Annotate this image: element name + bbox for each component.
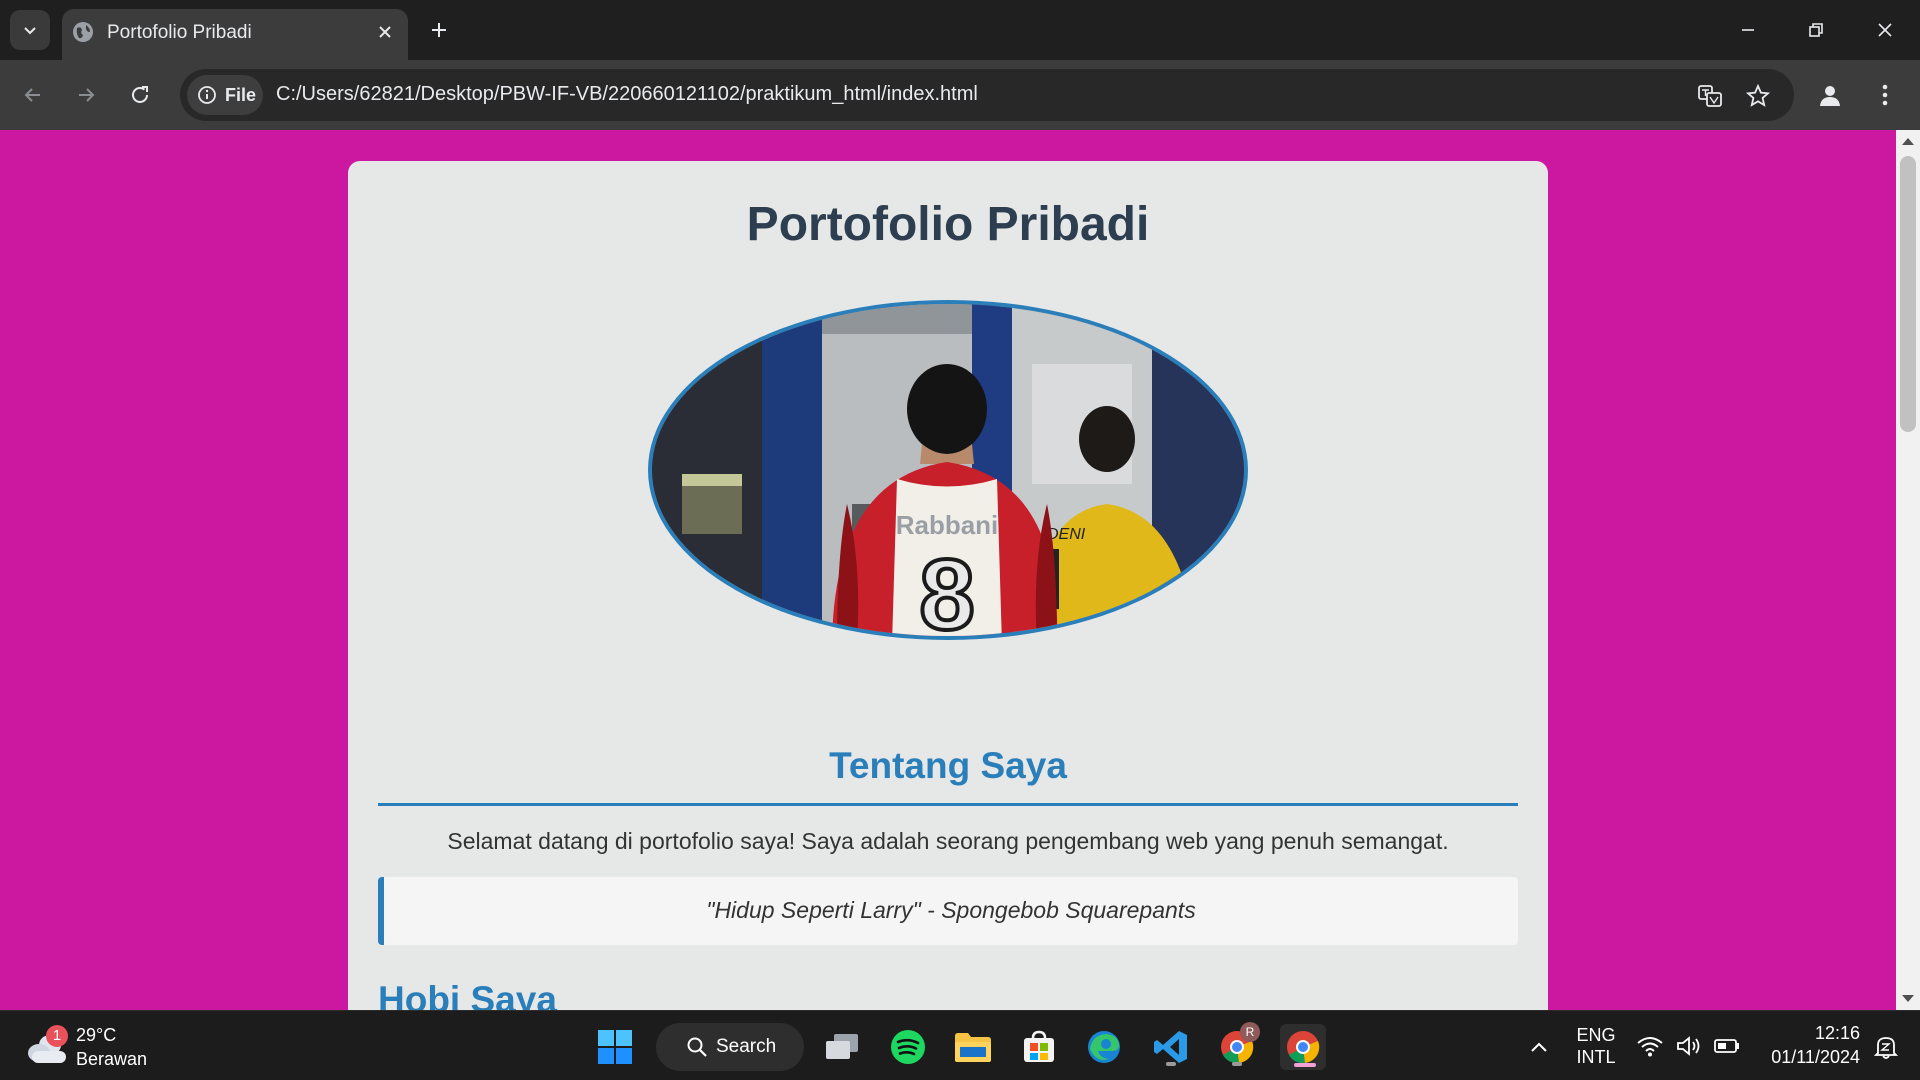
site-info-chip[interactable]: File (187, 75, 263, 115)
show-hidden-icons-button[interactable] (1516, 1024, 1562, 1070)
chevron-down-icon (24, 27, 36, 35)
clock-date: 01/11/2024 (1771, 1047, 1860, 1067)
minimize-icon (1742, 29, 1754, 31)
language-indicator[interactable]: ENG INTL (1568, 1023, 1624, 1069)
task-view-icon (826, 1034, 858, 1059)
running-indicator (1166, 1062, 1176, 1066)
scroll-thumb[interactable] (1900, 156, 1916, 432)
scroll-down-arrow-icon[interactable] (1902, 995, 1914, 1002)
url-text[interactable]: C:/Users/62821/Desktop/PBW-IF-VB/2206601… (276, 83, 978, 106)
weather-widget[interactable]: 1 29°C Berawan (26, 1019, 166, 1073)
about-divider (378, 803, 1518, 806)
close-window-button[interactable] (1862, 12, 1908, 48)
translate-icon (1698, 85, 1722, 107)
microsoft-store-app[interactable] (1016, 1024, 1062, 1070)
clock-time: 12:16 (1814, 1023, 1860, 1043)
vscode-icon (1154, 1031, 1187, 1063)
store-icon (1024, 1030, 1054, 1062)
plus-icon (432, 23, 446, 37)
hobby-heading: Hobi Saya (378, 979, 557, 1010)
volume-icon (1677, 1036, 1700, 1056)
forward-button[interactable] (68, 77, 104, 113)
search-label: Search (716, 1036, 777, 1057)
jersey-number: 8 (919, 539, 975, 640)
start-button[interactable] (592, 1024, 638, 1070)
new-tab-button[interactable] (424, 15, 454, 45)
weather-description: Berawan (76, 1049, 148, 1069)
quote-text: "Hidup Seperti Larry" - Spongebob Square… (706, 897, 1196, 923)
chrome-icon (1287, 1031, 1320, 1064)
spotify-icon (891, 1030, 925, 1064)
second-jersey-name: DENI (1047, 526, 1086, 543)
scroll-up-arrow-icon[interactable] (1902, 138, 1914, 145)
info-icon (198, 86, 216, 104)
account-icon (1820, 86, 1840, 106)
reload-icon (132, 86, 148, 103)
bookmark-button[interactable] (1743, 81, 1773, 111)
folder-icon (955, 1033, 991, 1062)
jersey-name: Rabbani (896, 510, 999, 540)
taskbar-search[interactable]: Search (656, 1023, 804, 1071)
notification-bell-icon (1874, 1037, 1898, 1059)
chrome-app-active[interactable] (1280, 1024, 1326, 1070)
quote-block: "Hidup Seperti Larry" - Spongebob Square… (378, 877, 1518, 945)
tab-title: Portofolio Pribadi (107, 22, 252, 43)
browser-menu-button[interactable] (1870, 77, 1900, 113)
page-viewport: Portofolio Pribadi DENI Rabbani 8 Tentan… (0, 130, 1920, 1010)
profile-photo-illustration: DENI Rabbani 8 (652, 304, 1244, 640)
chevron-up-icon (1531, 1042, 1547, 1052)
chrome-profile-badge: R (1240, 1022, 1260, 1042)
kebab-menu-icon (1882, 84, 1888, 106)
tab-search-button[interactable] (10, 10, 50, 50)
wifi-icon (1637, 1037, 1663, 1057)
minimize-button[interactable] (1725, 12, 1771, 48)
active-tab[interactable]: Portofolio Pribadi (62, 9, 408, 60)
close-icon (1878, 23, 1892, 37)
weather-alert-badge: 1 (46, 1025, 68, 1047)
back-button[interactable] (15, 77, 51, 113)
spotify-app[interactable] (885, 1024, 931, 1070)
language-bottom: INTL (1576, 1047, 1616, 1067)
close-icon (379, 26, 391, 38)
star-icon (1746, 84, 1770, 107)
vscode-app[interactable] (1148, 1024, 1194, 1070)
translate-button[interactable] (1695, 81, 1725, 111)
page-scrollbar[interactable] (1896, 130, 1920, 1010)
arrow-left-icon (24, 88, 40, 102)
restore-icon (1809, 23, 1823, 37)
running-indicator (1232, 1062, 1242, 1066)
restore-button[interactable] (1793, 12, 1839, 48)
task-view-button[interactable] (819, 1024, 865, 1070)
about-heading: Tentang Saya (829, 745, 1067, 786)
windows-logo-icon (598, 1030, 632, 1064)
reload-button[interactable] (122, 77, 158, 113)
active-indicator (1294, 1063, 1316, 1067)
browser-toolbar: File C:/Users/62821/Desktop/PBW-IF-VB/22… (0, 60, 1920, 130)
file-explorer-app[interactable] (950, 1024, 996, 1070)
windows-taskbar: 1 29°C Berawan Search R ENG INTL 12:16 0… (0, 1010, 1920, 1080)
profile-photo: DENI Rabbani 8 (648, 300, 1248, 640)
address-bar[interactable]: File C:/Users/62821/Desktop/PBW-IF-VB/22… (180, 69, 1794, 121)
battery-icon (1714, 1039, 1739, 1053)
tab-close-button[interactable] (372, 19, 398, 45)
language-top: ENG (1576, 1025, 1616, 1045)
globe-icon (73, 22, 93, 42)
notifications-button[interactable] (1866, 1024, 1906, 1070)
edge-icon (1088, 1031, 1120, 1063)
intro-text: Selamat datang di portofolio saya! Saya … (447, 828, 1449, 854)
site-chip-label: File (225, 84, 257, 105)
system-status-group[interactable] (1636, 1029, 1740, 1063)
edge-app[interactable] (1081, 1024, 1127, 1070)
portfolio-card: Portofolio Pribadi DENI Rabbani 8 Tentan… (348, 161, 1548, 1010)
chrome-profile-app[interactable]: R (1214, 1022, 1260, 1070)
weather-temperature: 29°C (76, 1025, 117, 1045)
profile-button[interactable] (1812, 77, 1848, 113)
page-title: Portofolio Pribadi (746, 198, 1150, 251)
clock[interactable]: 12:16 01/11/2024 (1756, 1021, 1860, 1071)
arrow-right-icon (79, 88, 95, 102)
tab-strip: Portofolio Pribadi (0, 0, 1920, 60)
search-icon (687, 1037, 707, 1057)
